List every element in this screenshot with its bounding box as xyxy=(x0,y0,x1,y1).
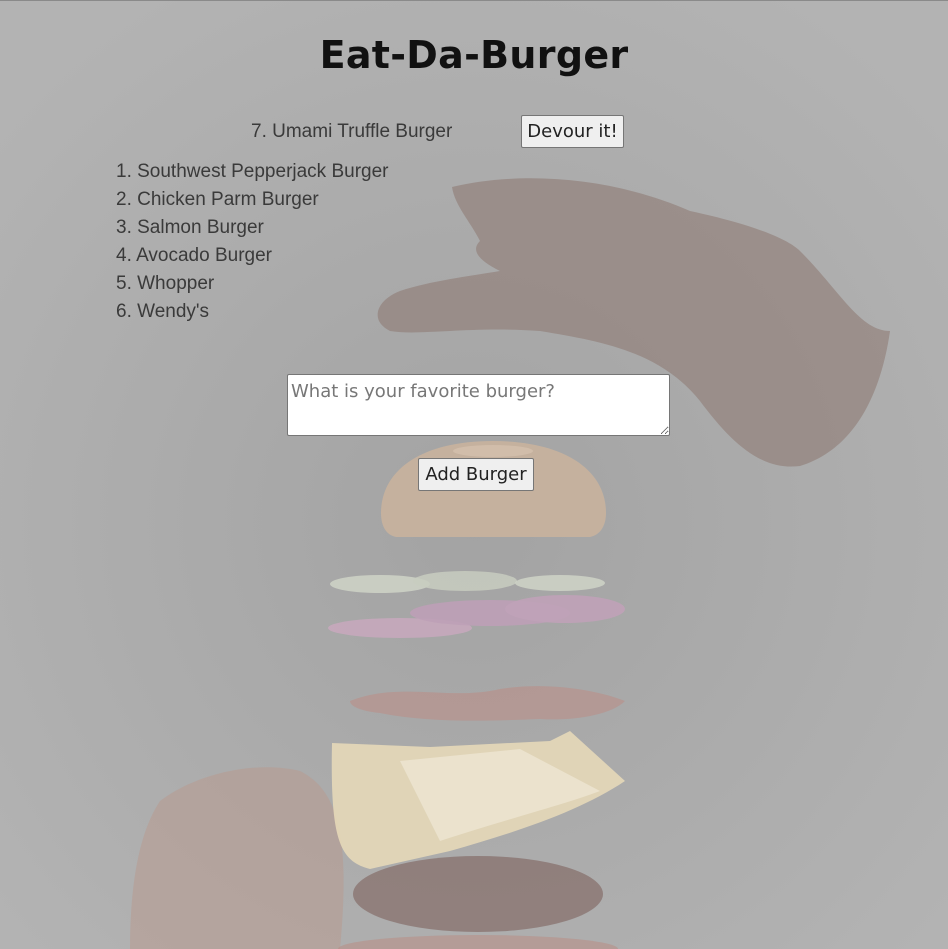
list-item: 3. Salmon Burger xyxy=(116,217,264,238)
devour-button[interactable]: Devour it! xyxy=(521,115,624,148)
list-item: 2. Chicken Parm Burger xyxy=(116,189,319,210)
list-item: 4. Avocado Burger xyxy=(116,245,272,266)
burger-name-input[interactable] xyxy=(287,374,670,436)
page-title: Eat-Da-Burger xyxy=(319,33,629,77)
list-item: 5. Whopper xyxy=(116,273,215,294)
burger-list: 1. Southwest Pepperjack Burger 2. Chicke… xyxy=(116,158,389,326)
list-item: 1. Southwest Pepperjack Burger xyxy=(116,161,389,182)
list-item: 6. Wendy's xyxy=(116,301,210,322)
add-burger-button[interactable]: Add Burger xyxy=(418,458,534,491)
devoured-burger-label: 7. Umami Truffle Burger xyxy=(251,121,453,142)
